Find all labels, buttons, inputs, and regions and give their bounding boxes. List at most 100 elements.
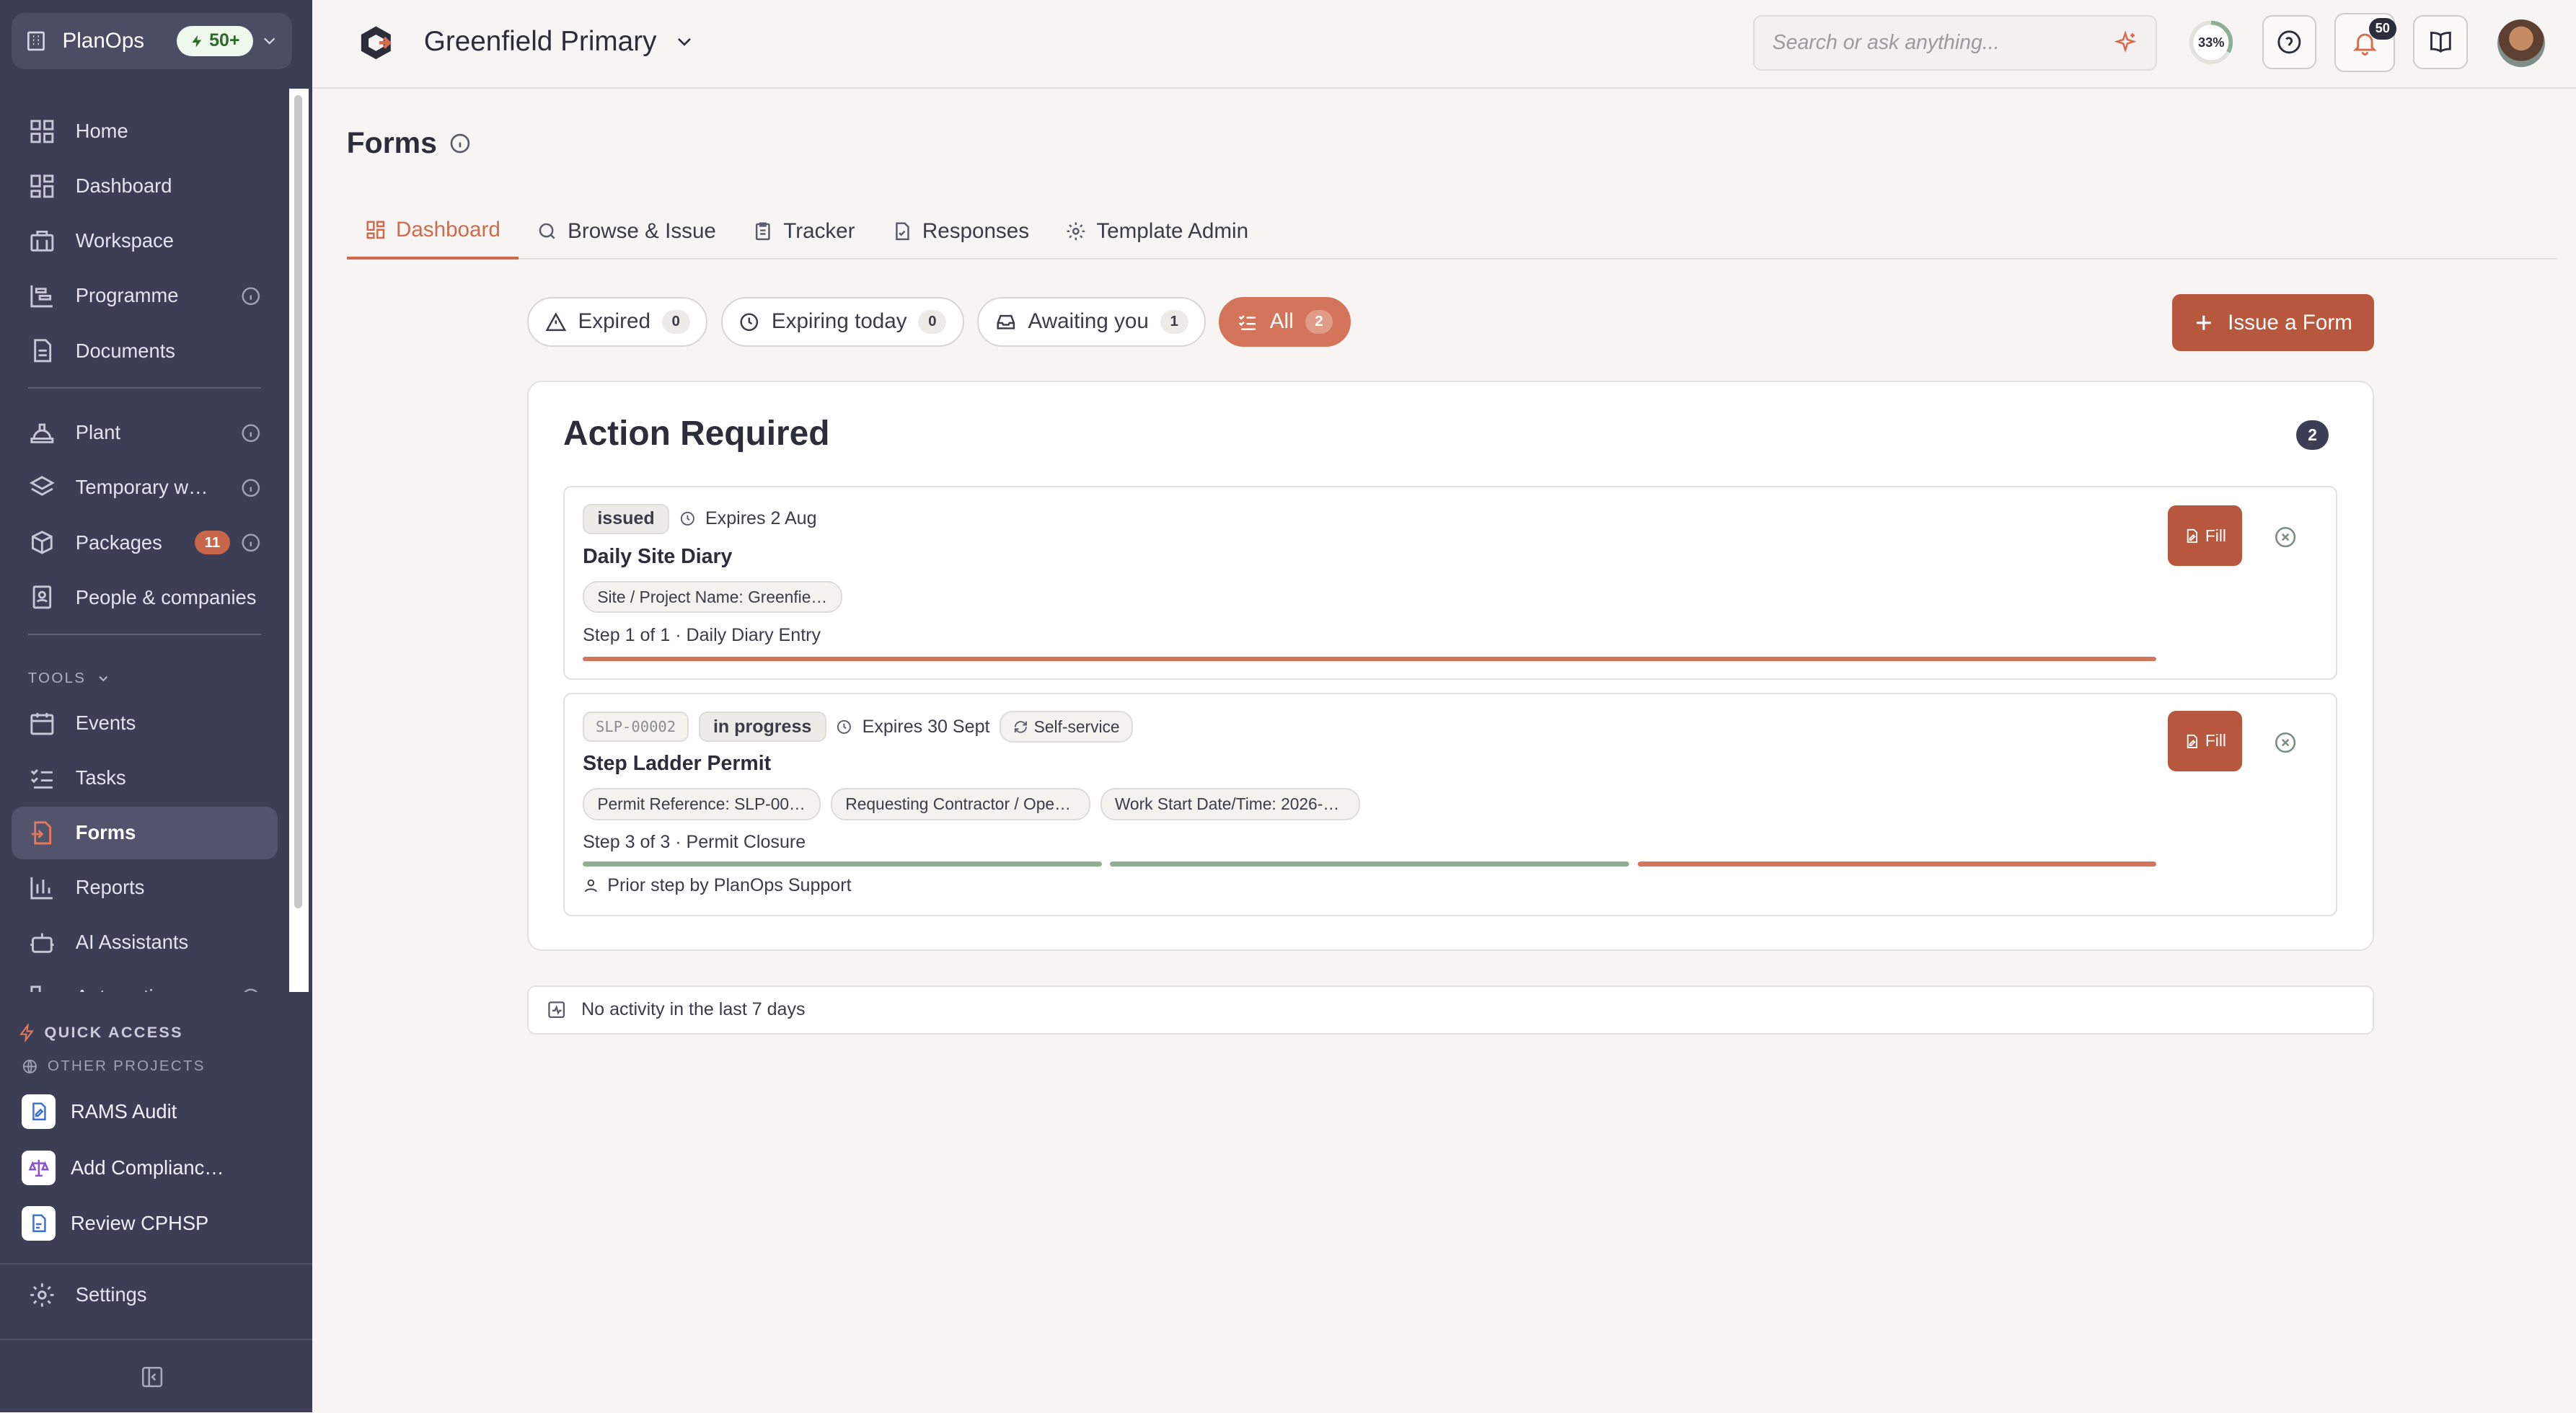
quick-item-review-cphsp[interactable]: Review CPHSP [21, 1204, 208, 1244]
calendar-icon [30, 712, 54, 735]
quick-item-icon-box [21, 1150, 56, 1185]
workspace-icon [30, 231, 54, 252]
sidebar-item-dashboard[interactable]: Dashboard [12, 160, 278, 213]
sidebar-item-home[interactable]: Home [12, 105, 278, 158]
refresh-icon [1014, 720, 1027, 733]
sidebar-item-workspace[interactable]: Workspace [12, 215, 278, 267]
tools-section-header[interactable]: TOOLS [12, 653, 278, 696]
other-projects-header[interactable]: OTHER PROJECTS [22, 1058, 206, 1075]
sidebar-item-label: Programme [75, 284, 179, 307]
sidebar-item-plant[interactable]: Plant [12, 407, 278, 459]
sidebar-item-events[interactable]: Events [12, 696, 278, 749]
forms-icon [31, 821, 51, 845]
packages-count-badge: 11 [194, 531, 230, 555]
sidebar-item-label: Documents [75, 339, 175, 362]
top-bar: Greenfield Primary Search or ask anythin… [312, 0, 2576, 89]
item-meta-row: issued Expires 2 Aug [583, 503, 817, 534]
sidebar-item-reports[interactable]: Reports [12, 861, 278, 914]
field-pill: Site / Project Name: Greenfiel… [583, 580, 843, 614]
sidebar-collapse-icon[interactable] [140, 1365, 164, 1389]
sidebar-item-programme[interactable]: Programme [12, 270, 278, 322]
filter-expired[interactable]: Expired 0 [527, 297, 708, 347]
sidebar-item-settings[interactable]: Settings [28, 1281, 147, 1309]
gear-icon [30, 1283, 54, 1307]
sidebar-scrollbar[interactable] [288, 89, 309, 992]
sidebar-item-people-companies[interactable]: People & companies [12, 571, 278, 624]
user-avatar[interactable] [2497, 19, 2545, 68]
credits-badge[interactable]: 50+ [176, 25, 253, 57]
chevron-down-icon [263, 37, 275, 45]
help-button[interactable] [2262, 14, 2316, 69]
dismiss-icon[interactable] [2273, 525, 2298, 549]
info-icon[interactable] [240, 422, 262, 444]
sidebar-item-documents[interactable]: Documents [12, 324, 278, 377]
progress-percent: 33% [2197, 35, 2225, 50]
sidebar-item-label: Home [75, 120, 128, 143]
sidebar-item-label: Events [75, 711, 136, 734]
onboarding-progress[interactable]: 33% [2188, 19, 2234, 66]
sidebar-item-label: Reports [75, 876, 145, 899]
project-switcher[interactable]: Greenfield Primary [424, 26, 696, 58]
filter-count: 2 [1305, 309, 1333, 334]
inbox-icon [997, 314, 1015, 329]
search-placeholder: Search or ask anything... [1772, 30, 2000, 54]
tab-responses[interactable]: Responses [873, 203, 1048, 259]
search-icon [539, 223, 555, 239]
info-icon[interactable] [240, 285, 262, 307]
clock-icon [740, 313, 759, 331]
sidebar-item-ai-assistants[interactable]: AI Assistants [12, 916, 278, 969]
quick-item-add-compliance[interactable]: Add Complianc… [21, 1148, 224, 1187]
quick-item-icon-box [21, 1094, 56, 1130]
tab-dashboard[interactable]: Dashboard [346, 203, 519, 260]
step-progress-bars [583, 656, 2157, 662]
notifications-button[interactable]: 50 [2334, 13, 2397, 73]
sidebar-item-forms[interactable]: Forms [11, 806, 278, 859]
search-input[interactable]: Search or ask anything... [1752, 14, 2157, 71]
item-fields-row: Site / Project Name: Greenfiel… [583, 580, 843, 614]
sidebar: PlanOps 50+ Home Dashboard Workspace Pro… [0, 0, 312, 1413]
tab-browse-issue[interactable]: Browse & Issue [519, 203, 734, 259]
notifications-badge: 50 [2368, 17, 2397, 40]
quick-item-rams-audit[interactable]: RAMS Audit [21, 1092, 177, 1132]
sidebar-item-tasks[interactable]: Tasks [12, 752, 278, 805]
filter-count: 0 [661, 309, 690, 334]
filter-expiring-today[interactable]: Expiring today 0 [720, 297, 964, 347]
list-check-icon [1239, 314, 1256, 330]
document-icon [33, 339, 51, 363]
filter-count: 0 [918, 309, 947, 334]
fill-button[interactable]: Fill [2168, 710, 2242, 772]
scrollbar-thumb[interactable] [294, 95, 303, 908]
sparkle-icon[interactable] [2113, 30, 2138, 55]
programme-icon [30, 285, 53, 308]
fill-button[interactable]: Fill [2168, 505, 2242, 567]
tab-tracker[interactable]: Tracker [734, 203, 873, 259]
info-icon[interactable] [449, 132, 472, 155]
sidebar-divider [0, 1262, 312, 1265]
info-icon[interactable] [240, 532, 262, 554]
app-logo-icon[interactable] [356, 23, 396, 63]
sidebar-item-label: Plant [75, 421, 121, 444]
sidebar-item-packages[interactable]: Packages 11 [12, 516, 278, 569]
clipboard-icon [755, 222, 770, 241]
edit-document-icon [32, 1102, 46, 1121]
filter-all[interactable]: All 2 [1219, 297, 1351, 347]
sidebar-item-temporary-works[interactable]: Temporary w… [12, 461, 278, 514]
document-check-icon [895, 222, 909, 241]
contacts-icon [32, 585, 51, 609]
org-switcher[interactable]: PlanOps 50+ [11, 13, 293, 69]
chart-icon [30, 877, 53, 900]
sidebar-item-label: Dashboard [75, 174, 172, 198]
info-icon[interactable] [240, 477, 262, 499]
issue-form-button[interactable]: Issue a Form [2171, 293, 2374, 352]
dismiss-icon[interactable] [2273, 730, 2298, 755]
chevron-down-icon [99, 676, 108, 681]
form-item[interactable]: issued Expires 2 Aug Daily Site Diary Si… [563, 485, 2338, 680]
step-bar-complete [583, 861, 1102, 867]
form-item[interactable]: SLP-00002 in progress Expires 30 Sept Se… [563, 693, 2338, 916]
docs-button[interactable] [2413, 14, 2468, 69]
filter-awaiting-you[interactable]: Awaiting you 1 [977, 297, 1207, 347]
form-name: Daily Site Diary [583, 544, 733, 568]
tab-template-admin[interactable]: Template Admin [1047, 203, 1266, 259]
item-fields-row: Permit Reference: SLP-00002 Requesting C… [583, 787, 1360, 820]
clock-icon [680, 512, 694, 526]
